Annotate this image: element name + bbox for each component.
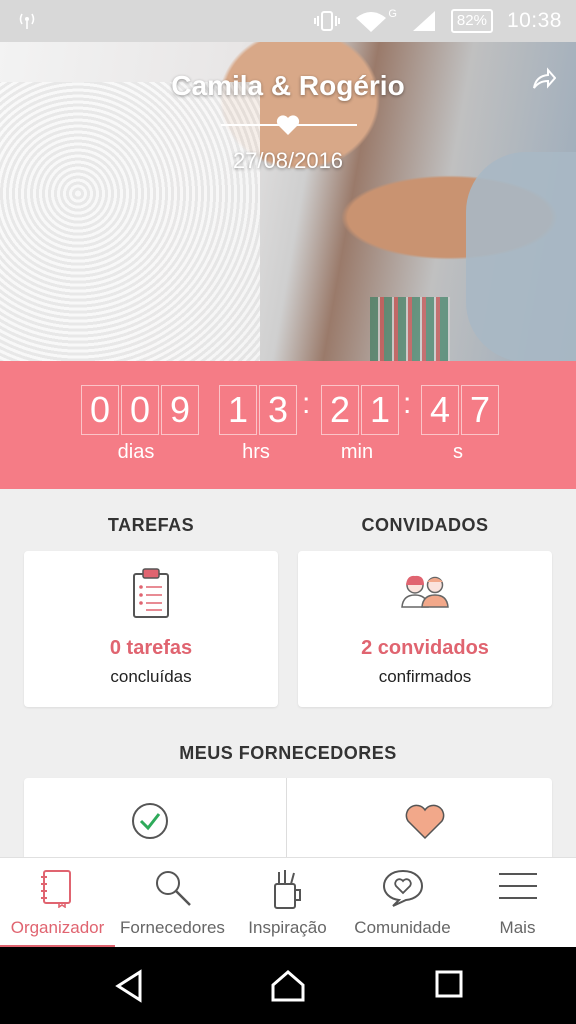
share-icon[interactable] <box>530 66 556 92</box>
guests-count: 2 convidados <box>361 637 489 659</box>
wedding-date: 27/08/2016 <box>232 148 344 173</box>
countdown-digit: 4 <box>421 385 459 435</box>
nav-comunidade[interactable]: Comunidade <box>345 858 460 948</box>
vibrate-icon <box>314 11 341 31</box>
tasks-subtitle: concluídas <box>110 667 192 686</box>
wifi-icon <box>356 12 387 32</box>
tasks-section-title: TAREFAS <box>107 515 195 535</box>
nav-label: Inspiração <box>248 918 327 937</box>
tasks-count: 0 tarefas <box>109 637 193 659</box>
chat-heart-icon <box>382 869 424 907</box>
vendors-section-title: MEUS FORNECEDORES <box>179 743 397 763</box>
system-navigation-bar <box>0 947 576 1024</box>
nav-label: Fornecedores <box>120 918 225 937</box>
menu-icon <box>499 873 537 899</box>
countdown-separator: : <box>403 387 412 420</box>
pencil-cup-icon <box>274 870 301 909</box>
check-circle-icon[interactable] <box>131 802 169 840</box>
nav-organizador[interactable]: Organizador <box>0 858 115 948</box>
countdown-digit: 7 <box>461 385 499 435</box>
notebook-icon <box>41 870 71 908</box>
vendors-divider <box>286 778 287 868</box>
countdown-separator: : <box>302 387 311 420</box>
tasks-card[interactable]: 0 tarefas concluídas <box>24 551 278 707</box>
guests-people-icon <box>401 575 449 608</box>
countdown-label-minutes: min <box>340 441 374 463</box>
nav-mais[interactable]: Mais <box>460 858 575 948</box>
countdown-digit: 1 <box>219 385 257 435</box>
nav-inspiracao[interactable]: Inspiração <box>230 858 345 948</box>
signal-type-label: G <box>388 8 397 20</box>
countdown-digit: 0 <box>121 385 159 435</box>
nav-label: Mais <box>499 918 536 937</box>
countdown-digit: 0 <box>81 385 119 435</box>
cell-signal-icon <box>412 11 435 31</box>
countdown-seconds: 4 7 <box>421 385 501 435</box>
battery-indicator: 82% <box>450 9 493 33</box>
clock: 10:38 <box>506 9 562 32</box>
clipboard-checklist-icon <box>133 568 169 618</box>
guests-card[interactable]: 2 convidados confirmados <box>298 551 552 707</box>
status-bar: G 82% 10:38 <box>0 0 576 42</box>
countdown-days: 0 0 9 <box>81 385 201 435</box>
vendors-card <box>24 778 552 868</box>
back-icon[interactable] <box>114 969 146 1003</box>
nav-label: Organizador <box>10 918 105 937</box>
countdown-label-seconds: s <box>453 441 463 463</box>
recents-icon[interactable] <box>434 969 464 999</box>
nav-fornecedores[interactable]: Fornecedores <box>115 858 230 948</box>
countdown-digit: 1 <box>361 385 399 435</box>
nav-label: Comunidade <box>354 918 451 937</box>
couple-photo-header[interactable]: Camila & Rogério 27/08/2016 <box>0 42 576 361</box>
wedding-countdown: 0 0 9 1 3 : 2 1 : 4 7 dias hrs min s <box>0 361 576 489</box>
countdown-digit: 3 <box>259 385 297 435</box>
countdown-label-hours: hrs <box>242 441 270 463</box>
countdown-hours: 1 3 <box>219 385 299 435</box>
couple-name: Camila & Rogério <box>171 70 405 101</box>
guests-subtitle: confirmados <box>378 667 472 686</box>
heart-icon <box>276 115 300 135</box>
countdown-digit: 9 <box>161 385 199 435</box>
countdown-minutes: 2 1 <box>321 385 401 435</box>
countdown-label-days: dias <box>117 441 155 463</box>
countdown-digit: 2 <box>321 385 359 435</box>
home-icon[interactable] <box>270 969 306 1003</box>
broadcast-icon <box>19 13 35 29</box>
search-icon <box>156 871 191 906</box>
guests-section-title: CONVIDADOS <box>361 515 489 535</box>
bottom-navigation: Organizador Fornecedores Inspiração Comu… <box>0 857 576 948</box>
heart-favorite-icon[interactable] <box>404 804 446 840</box>
